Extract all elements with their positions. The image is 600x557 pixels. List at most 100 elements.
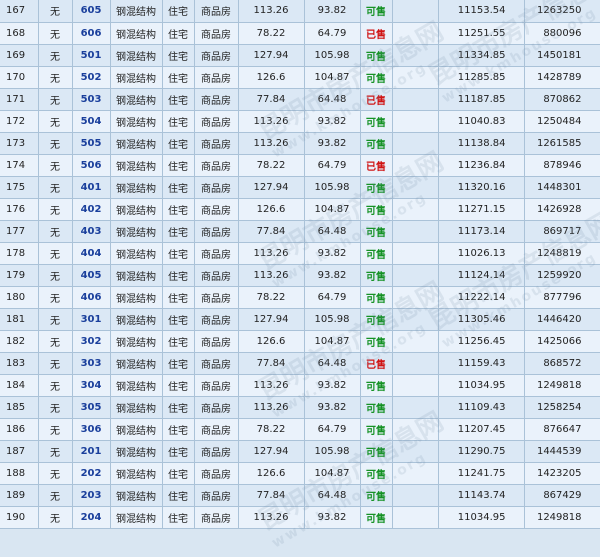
room-number-link[interactable]: 505 (72, 132, 111, 155)
floor-mark: 无 (38, 506, 73, 529)
floor-mark: 无 (38, 308, 73, 331)
table-row: 190 无 204 钢混结构 住宅 商品房 113.26 93.82 可售 11034.95 124… (0, 506, 600, 529)
room-number-link[interactable]: 203 (72, 484, 111, 507)
property-type: 商品房 (194, 132, 239, 155)
room-number-link[interactable]: 503 (72, 88, 111, 111)
structure-type: 钢混结构 (110, 44, 163, 67)
room-number-link[interactable]: 304 (72, 374, 111, 397)
total-price: 1261585 (524, 132, 600, 155)
room-number-link[interactable]: 504 (72, 110, 111, 133)
unit-price: 11034.95 (438, 374, 525, 397)
total-price: 877796 (524, 286, 600, 309)
room-number-link[interactable]: 502 (72, 66, 111, 89)
room-number-link[interactable]: 201 (72, 440, 111, 463)
row-number: 170 (0, 66, 39, 89)
unit-price: 11109.43 (438, 396, 525, 419)
sale-status: 可售 (360, 286, 393, 309)
blank-cell (392, 44, 439, 67)
table-row: 189 无 203 钢混结构 住宅 商品房 77.84 64.48 可售 11143.74 8674… (0, 484, 600, 507)
floor-mark: 无 (38, 264, 73, 287)
building-area: 113.26 (238, 264, 305, 287)
room-number-link[interactable]: 204 (72, 506, 111, 529)
room-number-link[interactable]: 202 (72, 462, 111, 485)
blank-cell (392, 176, 439, 199)
floor-mark: 无 (38, 88, 73, 111)
table-row: 176 无 402 钢混结构 住宅 商品房 126.6 104.87 可售 11271.15 142… (0, 198, 600, 221)
unit-price: 11271.15 (438, 198, 525, 221)
building-area: 78.22 (238, 22, 305, 45)
usage-type: 住宅 (162, 176, 195, 199)
inner-area: 104.87 (304, 462, 361, 485)
room-number-link[interactable]: 303 (72, 352, 111, 375)
table-body: 167 无 605 钢混结构 住宅 商品房 113.26 93.82 可售 11153.54 126… (0, 0, 600, 529)
usage-type: 住宅 (162, 352, 195, 375)
total-price: 1446420 (524, 308, 600, 331)
inner-area: 64.48 (304, 220, 361, 243)
room-number-link[interactable]: 402 (72, 198, 111, 221)
building-area: 113.26 (238, 242, 305, 265)
room-number-link[interactable]: 404 (72, 242, 111, 265)
sale-status: 已售 (360, 22, 393, 45)
unit-price: 11034.95 (438, 506, 525, 529)
row-number: 171 (0, 88, 39, 111)
total-price: 1450181 (524, 44, 600, 67)
property-type: 商品房 (194, 484, 239, 507)
room-number-link[interactable]: 405 (72, 264, 111, 287)
room-number-link[interactable]: 403 (72, 220, 111, 243)
table-row: 185 无 305 钢混结构 住宅 商品房 113.26 93.82 可售 11109.43 125… (0, 396, 600, 419)
total-price: 880096 (524, 22, 600, 45)
floor-mark: 无 (38, 242, 73, 265)
blank-cell (392, 132, 439, 155)
usage-type: 住宅 (162, 506, 195, 529)
room-number-link[interactable]: 501 (72, 44, 111, 67)
property-type: 商品房 (194, 88, 239, 111)
property-type: 商品房 (194, 220, 239, 243)
sale-status: 可售 (360, 44, 393, 67)
usage-type: 住宅 (162, 396, 195, 419)
blank-cell (392, 374, 439, 397)
usage-type: 住宅 (162, 374, 195, 397)
structure-type: 钢混结构 (110, 66, 163, 89)
room-number-link[interactable]: 301 (72, 308, 111, 331)
floor-mark: 无 (38, 374, 73, 397)
usage-type: 住宅 (162, 88, 195, 111)
total-price: 1448301 (524, 176, 600, 199)
room-number-link[interactable]: 606 (72, 22, 111, 45)
floor-mark: 无 (38, 462, 73, 485)
usage-type: 住宅 (162, 242, 195, 265)
room-number-link[interactable]: 406 (72, 286, 111, 309)
floor-mark: 无 (38, 220, 73, 243)
inner-area: 64.79 (304, 286, 361, 309)
room-number-link[interactable]: 306 (72, 418, 111, 441)
sale-status: 已售 (360, 154, 393, 177)
building-area: 127.94 (238, 308, 305, 331)
usage-type: 住宅 (162, 0, 195, 23)
building-area: 77.84 (238, 88, 305, 111)
row-number: 176 (0, 198, 39, 221)
room-number-link[interactable]: 302 (72, 330, 111, 353)
row-number: 179 (0, 264, 39, 287)
blank-cell (392, 22, 439, 45)
row-number: 172 (0, 110, 39, 133)
sale-status: 可售 (360, 132, 393, 155)
inner-area: 104.87 (304, 198, 361, 221)
table-row: 188 无 202 钢混结构 住宅 商品房 126.6 104.87 可售 11241.75 142… (0, 462, 600, 485)
unit-price: 11320.16 (438, 176, 525, 199)
room-number-link[interactable]: 305 (72, 396, 111, 419)
sale-status: 可售 (360, 440, 393, 463)
usage-type: 住宅 (162, 286, 195, 309)
room-number-link[interactable]: 605 (72, 0, 111, 23)
sale-status: 可售 (360, 220, 393, 243)
sale-status: 可售 (360, 0, 393, 23)
structure-type: 钢混结构 (110, 154, 163, 177)
blank-cell (392, 506, 439, 529)
room-number-link[interactable]: 401 (72, 176, 111, 199)
unit-price: 11236.84 (438, 154, 525, 177)
table-row: 182 无 302 钢混结构 住宅 商品房 126.6 104.87 可售 11256.45 142… (0, 330, 600, 353)
total-price: 868572 (524, 352, 600, 375)
property-type: 商品房 (194, 66, 239, 89)
structure-type: 钢混结构 (110, 176, 163, 199)
room-number-link[interactable]: 506 (72, 154, 111, 177)
building-area: 126.6 (238, 198, 305, 221)
property-type: 商品房 (194, 330, 239, 353)
